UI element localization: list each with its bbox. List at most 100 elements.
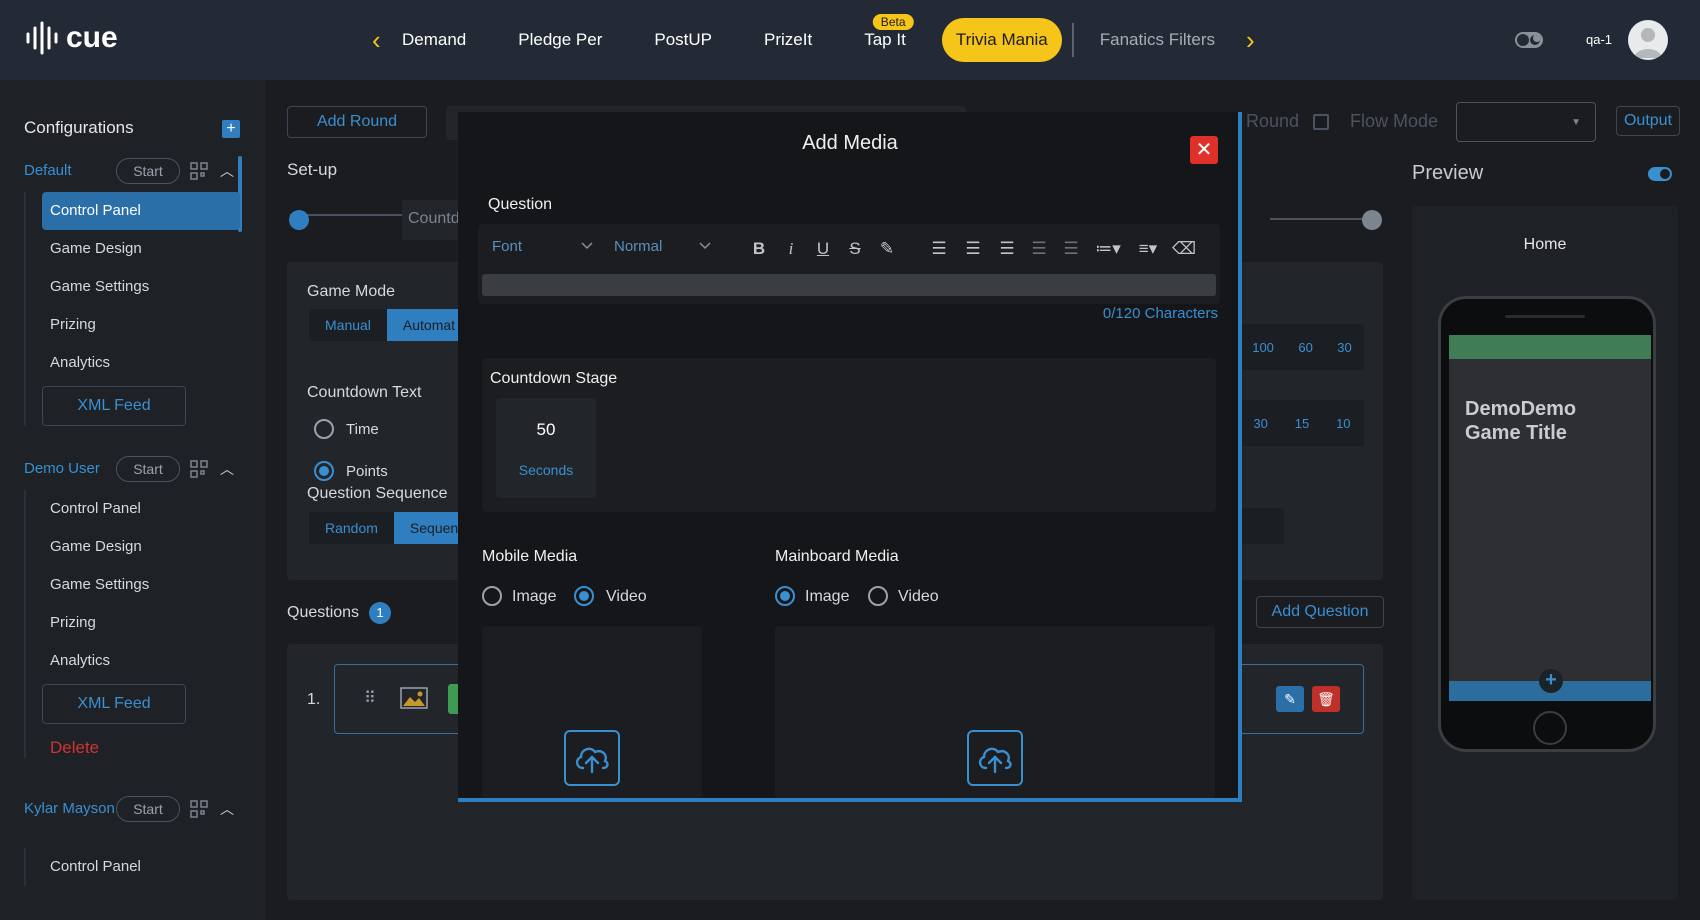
points-value: 100: [1252, 339, 1274, 355]
countdown-points-radio[interactable]: [314, 461, 334, 481]
mainboard-upload-button[interactable]: [967, 730, 1023, 786]
ordered-list-icon[interactable]: ≔▾: [1092, 238, 1124, 260]
sidebar-item-game-settings[interactable]: Game Settings: [26, 268, 226, 306]
start-button[interactable]: Start: [116, 158, 180, 184]
qr-code-icon[interactable]: [190, 800, 208, 818]
progress-start-dot[interactable]: [289, 210, 309, 230]
countdown-step-label: Countd: [402, 200, 458, 240]
nav-next-icon[interactable]: ›: [1246, 26, 1255, 54]
tab-prizeit[interactable]: PrizeIt: [738, 18, 838, 62]
start-button[interactable]: Start: [116, 796, 180, 822]
tab-trivia-mania[interactable]: Trivia Mania: [941, 18, 1062, 62]
round-checkbox[interactable]: [1313, 114, 1329, 130]
sidebar: Configurations + Default Start ︿ Control…: [0, 80, 266, 920]
mainboard-image-label: Image: [805, 588, 850, 605]
sidebar-item-control-panel[interactable]: Control Panel: [26, 848, 226, 886]
underline-icon[interactable]: U: [812, 238, 834, 260]
mobile-image-radio[interactable]: [482, 586, 502, 606]
mobile-upload-button[interactable]: [564, 730, 620, 786]
points-value: 30: [1253, 415, 1268, 431]
strikethrough-icon[interactable]: S: [844, 238, 866, 260]
collapse-icon[interactable]: ︿: [220, 459, 234, 479]
mobile-media-dropzone[interactable]: [482, 626, 702, 798]
sidebar-item-control-panel[interactable]: Control Panel: [42, 192, 240, 230]
game-mode-manual[interactable]: Manual: [309, 309, 387, 341]
tab-demand[interactable]: Demand: [398, 18, 492, 62]
collapse-icon[interactable]: ︿: [220, 799, 234, 819]
outdent-icon[interactable]: ☰: [1028, 238, 1050, 260]
sidebar-item-game-design[interactable]: Game Design: [26, 528, 226, 566]
plus-icon[interactable]: +: [1539, 669, 1563, 693]
progress-track-right: [1270, 218, 1372, 220]
sidebar-item-prizing[interactable]: Prizing: [26, 306, 226, 344]
sequence-random[interactable]: Random: [309, 512, 394, 544]
align-center-icon[interactable]: ☰: [962, 238, 984, 260]
sidebar-item-game-settings[interactable]: Game Settings: [26, 566, 226, 604]
xml-feed-button[interactable]: XML Feed: [42, 684, 186, 724]
group-name[interactable]: Demo User: [24, 458, 116, 480]
font-select[interactable]: Font: [492, 238, 522, 255]
avatar[interactable]: [1628, 20, 1668, 60]
cue-logo[interactable]: cue: [24, 20, 118, 56]
sidebar-item-game-design[interactable]: Game Design: [26, 230, 226, 268]
add-round-button[interactable]: Add Round: [287, 106, 427, 138]
mobile-video-label: Video: [606, 588, 647, 605]
delete-link[interactable]: Delete: [26, 738, 226, 758]
clear-format-icon[interactable]: ⌫: [1172, 238, 1196, 260]
tab-pledge-per[interactable]: Pledge Per: [492, 18, 628, 62]
align-right-icon[interactable]: ☰: [996, 238, 1018, 260]
countdown-stage-input[interactable]: 50 Seconds: [496, 398, 596, 498]
question-row-number: 1.: [307, 691, 321, 708]
highlighter-icon[interactable]: ✎: [876, 238, 898, 260]
nav-prev-icon[interactable]: ‹: [372, 26, 381, 54]
user-avatar-icon: [1634, 28, 1662, 58]
user-name[interactable]: qa-1: [1586, 32, 1612, 47]
tab-postup[interactable]: PostUP: [628, 18, 738, 62]
align-left-icon[interactable]: ☰: [928, 238, 950, 260]
chevron-down-icon: [699, 242, 711, 250]
phone-mockup: DemoDemo Game Title +: [1438, 296, 1656, 752]
add-question-button[interactable]: Add Question: [1256, 596, 1384, 628]
indent-icon[interactable]: ☰: [1060, 238, 1082, 260]
qr-code-icon[interactable]: [190, 460, 208, 478]
group-kylar-mayson-items: Control Panel: [24, 848, 226, 886]
sidebar-item-analytics[interactable]: Analytics: [26, 344, 226, 382]
preview-toggle[interactable]: [1648, 167, 1672, 181]
size-select[interactable]: Normal: [614, 238, 662, 255]
beta-badge: Beta: [872, 14, 914, 30]
start-button[interactable]: Start: [116, 456, 180, 482]
bold-icon[interactable]: B: [748, 238, 770, 260]
progress-end-dot[interactable]: [1362, 210, 1382, 230]
mainboard-image-radio[interactable]: [775, 586, 795, 606]
points-row-1: 100 60 30: [1240, 324, 1364, 370]
edit-icon[interactable]: ✎: [1276, 686, 1304, 712]
trash-icon[interactable]: 🗑: [1312, 686, 1340, 712]
question-sequence-label: Question Sequence: [307, 485, 448, 502]
flow-mode-select[interactable]: ▼: [1456, 102, 1596, 142]
theme-toggle-icon[interactable]: [1514, 30, 1544, 50]
question-text-input[interactable]: [482, 274, 1216, 296]
add-configuration-icon[interactable]: +: [222, 120, 240, 138]
questions-label: Questions 1: [287, 602, 392, 624]
group-name[interactable]: Kylar Mayson: [24, 798, 116, 820]
collapse-icon[interactable]: ︿: [220, 161, 234, 181]
countdown-time-radio[interactable]: [314, 419, 334, 439]
qr-code-icon[interactable]: [190, 162, 208, 180]
tab-fanatics-filters[interactable]: Fanatics Filters: [1086, 18, 1241, 62]
sidebar-item-analytics[interactable]: Analytics: [26, 642, 226, 680]
countdown-stage-label: Countdown Stage: [490, 370, 618, 387]
mobile-video-radio[interactable]: [574, 586, 594, 606]
mainboard-video-radio[interactable]: [868, 586, 888, 606]
drag-handle-icon[interactable]: ⠿: [364, 688, 376, 708]
output-button[interactable]: Output: [1616, 106, 1680, 136]
close-icon[interactable]: ✕: [1190, 136, 1218, 164]
group-name[interactable]: Default: [24, 160, 116, 182]
tab-tap-it[interactable]: Tap It Beta: [838, 14, 932, 62]
mainboard-media-dropzone[interactable]: [775, 626, 1215, 798]
italic-icon[interactable]: i: [780, 238, 802, 260]
sidebar-item-control-panel[interactable]: Control Panel: [26, 490, 226, 528]
rich-text-editor: Font Normal B i U S ✎ ☰ ☰ ☰ ☰ ☰ ≔▾ ≡▾ ⌫: [478, 224, 1220, 304]
bullet-list-icon[interactable]: ≡▾: [1132, 238, 1164, 260]
sidebar-item-prizing[interactable]: Prizing: [26, 604, 226, 642]
xml-feed-button[interactable]: XML Feed: [42, 386, 186, 426]
